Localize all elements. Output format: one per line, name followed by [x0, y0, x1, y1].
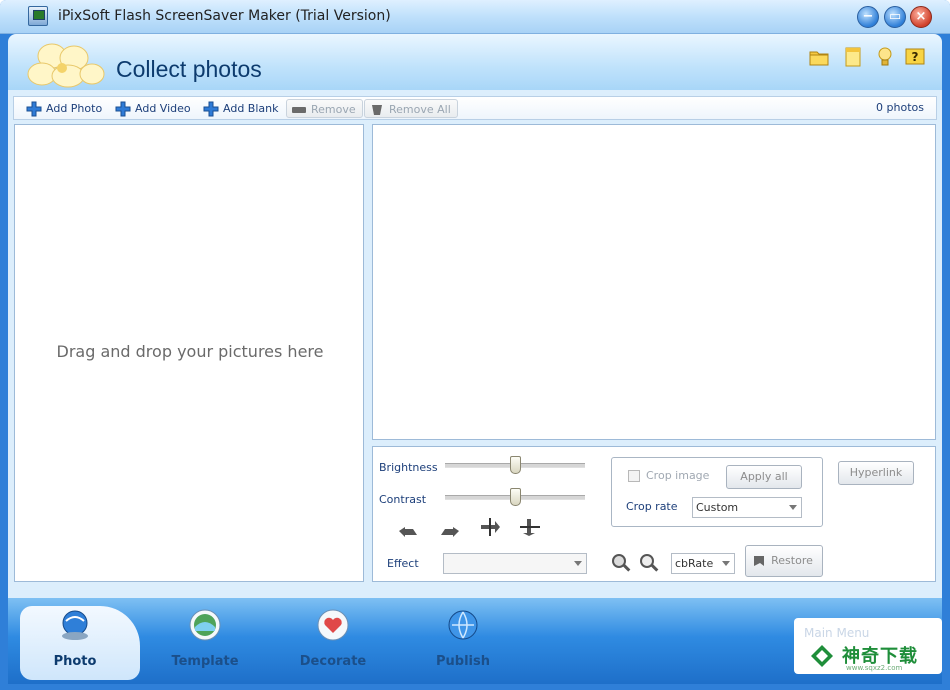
header: Collect photos ?	[8, 34, 942, 90]
tab-template-label: Template	[171, 654, 239, 669]
hyperlink-button[interactable]: Hyperlink	[838, 461, 914, 485]
minimize-icon: −	[862, 9, 874, 24]
crop-rate-select[interactable]: Custom	[692, 497, 802, 518]
add-photo-icon	[26, 101, 42, 117]
bottom-tab-bar: Photo Template Decorate Publish Main Men…	[8, 598, 942, 684]
rotate-right-icon[interactable]	[439, 519, 461, 539]
crop-image-label: Crop image	[646, 469, 710, 482]
minimize-button[interactable]: −	[857, 6, 879, 28]
add-video-icon	[115, 101, 131, 117]
add-blank-label: Add Blank	[223, 102, 279, 115]
zoom-in-icon[interactable]	[611, 553, 633, 573]
effect-label: Effect	[387, 557, 419, 570]
photo-edit-panel: Brightness Contrast Effect Crop image Ap…	[372, 446, 936, 582]
photo-drop-area[interactable]: Drag and drop your pictures here	[14, 124, 364, 582]
tab-template[interactable]: Template	[160, 608, 250, 678]
add-blank-button[interactable]: Add Blank	[203, 99, 278, 118]
publish-globe-icon	[448, 610, 478, 640]
tab-decorate-label: Decorate	[299, 654, 367, 669]
remove-icon	[292, 107, 306, 113]
title-bar: iPixSoft Flash ScreenSaver Maker (Trial …	[0, 0, 950, 34]
watermark-url: www.sqxz2.com	[846, 664, 903, 672]
tab-decorate[interactable]: Decorate	[288, 608, 378, 678]
main-area: Add Photo Add Video Add Blank Remove Rem…	[8, 90, 942, 598]
tab-publish-label: Publish	[436, 654, 490, 669]
page-title: Collect photos	[116, 56, 262, 82]
app-window: iPixSoft Flash ScreenSaver Maker (Trial …	[0, 0, 950, 690]
chevron-down-icon	[722, 561, 730, 566]
cb-rate-value: cbRate	[675, 557, 714, 570]
flip-vertical-icon[interactable]	[519, 517, 541, 537]
window-title: iPixSoft Flash ScreenSaver Maker (Trial …	[58, 8, 391, 24]
photo-count: 0 photos	[876, 101, 924, 114]
photo-globe-icon	[62, 610, 88, 640]
main-menu-link[interactable]: Main Menu	[804, 626, 869, 640]
zoom-out-icon[interactable]	[639, 553, 661, 573]
restore-button[interactable]: Restore	[745, 545, 823, 577]
remove-all-button[interactable]: Remove All	[364, 99, 458, 118]
close-button[interactable]: ×	[910, 6, 932, 28]
add-photo-button[interactable]: Add Photo	[26, 99, 102, 118]
chevron-down-icon	[789, 505, 797, 510]
add-video-button[interactable]: Add Video	[115, 99, 191, 118]
note-icon[interactable]	[842, 46, 864, 68]
tab-photo-label: Photo	[53, 654, 97, 669]
restore-label: Restore	[771, 554, 813, 567]
remove-all-label: Remove All	[389, 103, 451, 116]
maximize-button[interactable]: ▭	[884, 6, 906, 28]
brightness-slider-thumb[interactable]	[510, 456, 521, 474]
crop-image-checkbox[interactable]	[628, 470, 640, 482]
bulb-icon[interactable]	[874, 46, 896, 68]
drop-hint: Drag and drop your pictures here	[56, 342, 324, 361]
photo-preview	[372, 124, 936, 440]
remove-label: Remove	[311, 103, 356, 116]
app-icon	[28, 6, 48, 26]
flip-horizontal-icon[interactable]	[479, 517, 501, 537]
remove-button[interactable]: Remove	[286, 99, 363, 118]
template-icon	[189, 609, 221, 641]
tab-photo[interactable]: Photo	[30, 608, 120, 678]
contrast-slider-thumb[interactable]	[510, 488, 521, 506]
heart-icon	[317, 609, 349, 641]
tab-publish[interactable]: Publish	[418, 608, 508, 678]
effect-select[interactable]	[443, 553, 587, 574]
maximize-icon: ▭	[888, 9, 902, 24]
brightness-label: Brightness	[379, 461, 438, 474]
close-icon: ×	[915, 9, 927, 24]
help-icon[interactable]: ?	[904, 46, 926, 68]
folder-icon[interactable]	[808, 46, 830, 68]
crop-rate-value: Custom	[696, 501, 739, 514]
apply-all-button[interactable]: Apply all	[726, 465, 802, 489]
remove-all-icon	[372, 105, 382, 115]
restore-icon	[754, 556, 764, 566]
svg-text:?: ?	[912, 50, 919, 64]
crop-rate-label: Crop rate	[626, 500, 678, 513]
add-video-label: Add Video	[135, 102, 191, 115]
chevron-down-icon	[574, 561, 582, 566]
add-photo-label: Add Photo	[46, 102, 103, 115]
cb-rate-select[interactable]: cbRate	[671, 553, 735, 574]
photo-toolbar: Add Photo Add Video Add Blank Remove Rem…	[13, 96, 937, 120]
watermark-logo: Main Menu 神奇下载 www.sqxz2.com	[794, 618, 942, 674]
flower-logo-icon	[27, 43, 105, 88]
rotate-left-icon[interactable]	[397, 519, 419, 539]
crop-settings-group: Crop image Apply all Crop rate Custom	[611, 457, 823, 527]
contrast-label: Contrast	[379, 493, 427, 506]
add-blank-icon	[203, 101, 219, 117]
diamond-logo-icon	[811, 645, 833, 667]
